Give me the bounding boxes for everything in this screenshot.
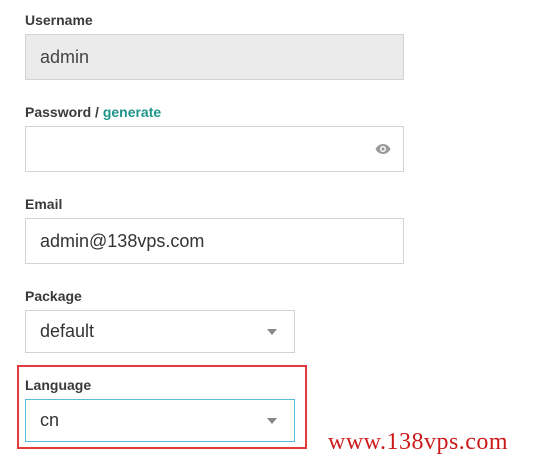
eye-icon[interactable] <box>375 143 391 155</box>
username-label: Username <box>25 12 93 28</box>
email-value: admin@138vps.com <box>40 230 205 251</box>
password-label: Password <box>25 104 92 120</box>
language-selected-value: cn <box>40 410 60 430</box>
caret-down-icon <box>267 417 277 424</box>
language-label: Language <box>25 377 92 393</box>
package-label: Package <box>25 288 82 304</box>
username-field: admin <box>25 34 404 80</box>
email-label: Email <box>25 196 63 212</box>
password-label-separator: / <box>91 104 103 120</box>
package-selected-value: default <box>40 321 95 341</box>
password-label-row: Password / generate <box>25 103 161 121</box>
package-select[interactable]: default <box>25 310 295 353</box>
watermark-text: www.138vps.com <box>328 429 509 455</box>
username-value: admin <box>40 46 90 67</box>
user-edit-form: Username admin Password / generate Email… <box>0 0 540 457</box>
password-field[interactable] <box>25 126 404 172</box>
generate-password-link[interactable]: generate <box>103 104 161 120</box>
caret-down-icon <box>267 328 277 335</box>
language-select[interactable]: cn <box>25 399 295 442</box>
email-field[interactable]: admin@138vps.com <box>25 218 404 264</box>
